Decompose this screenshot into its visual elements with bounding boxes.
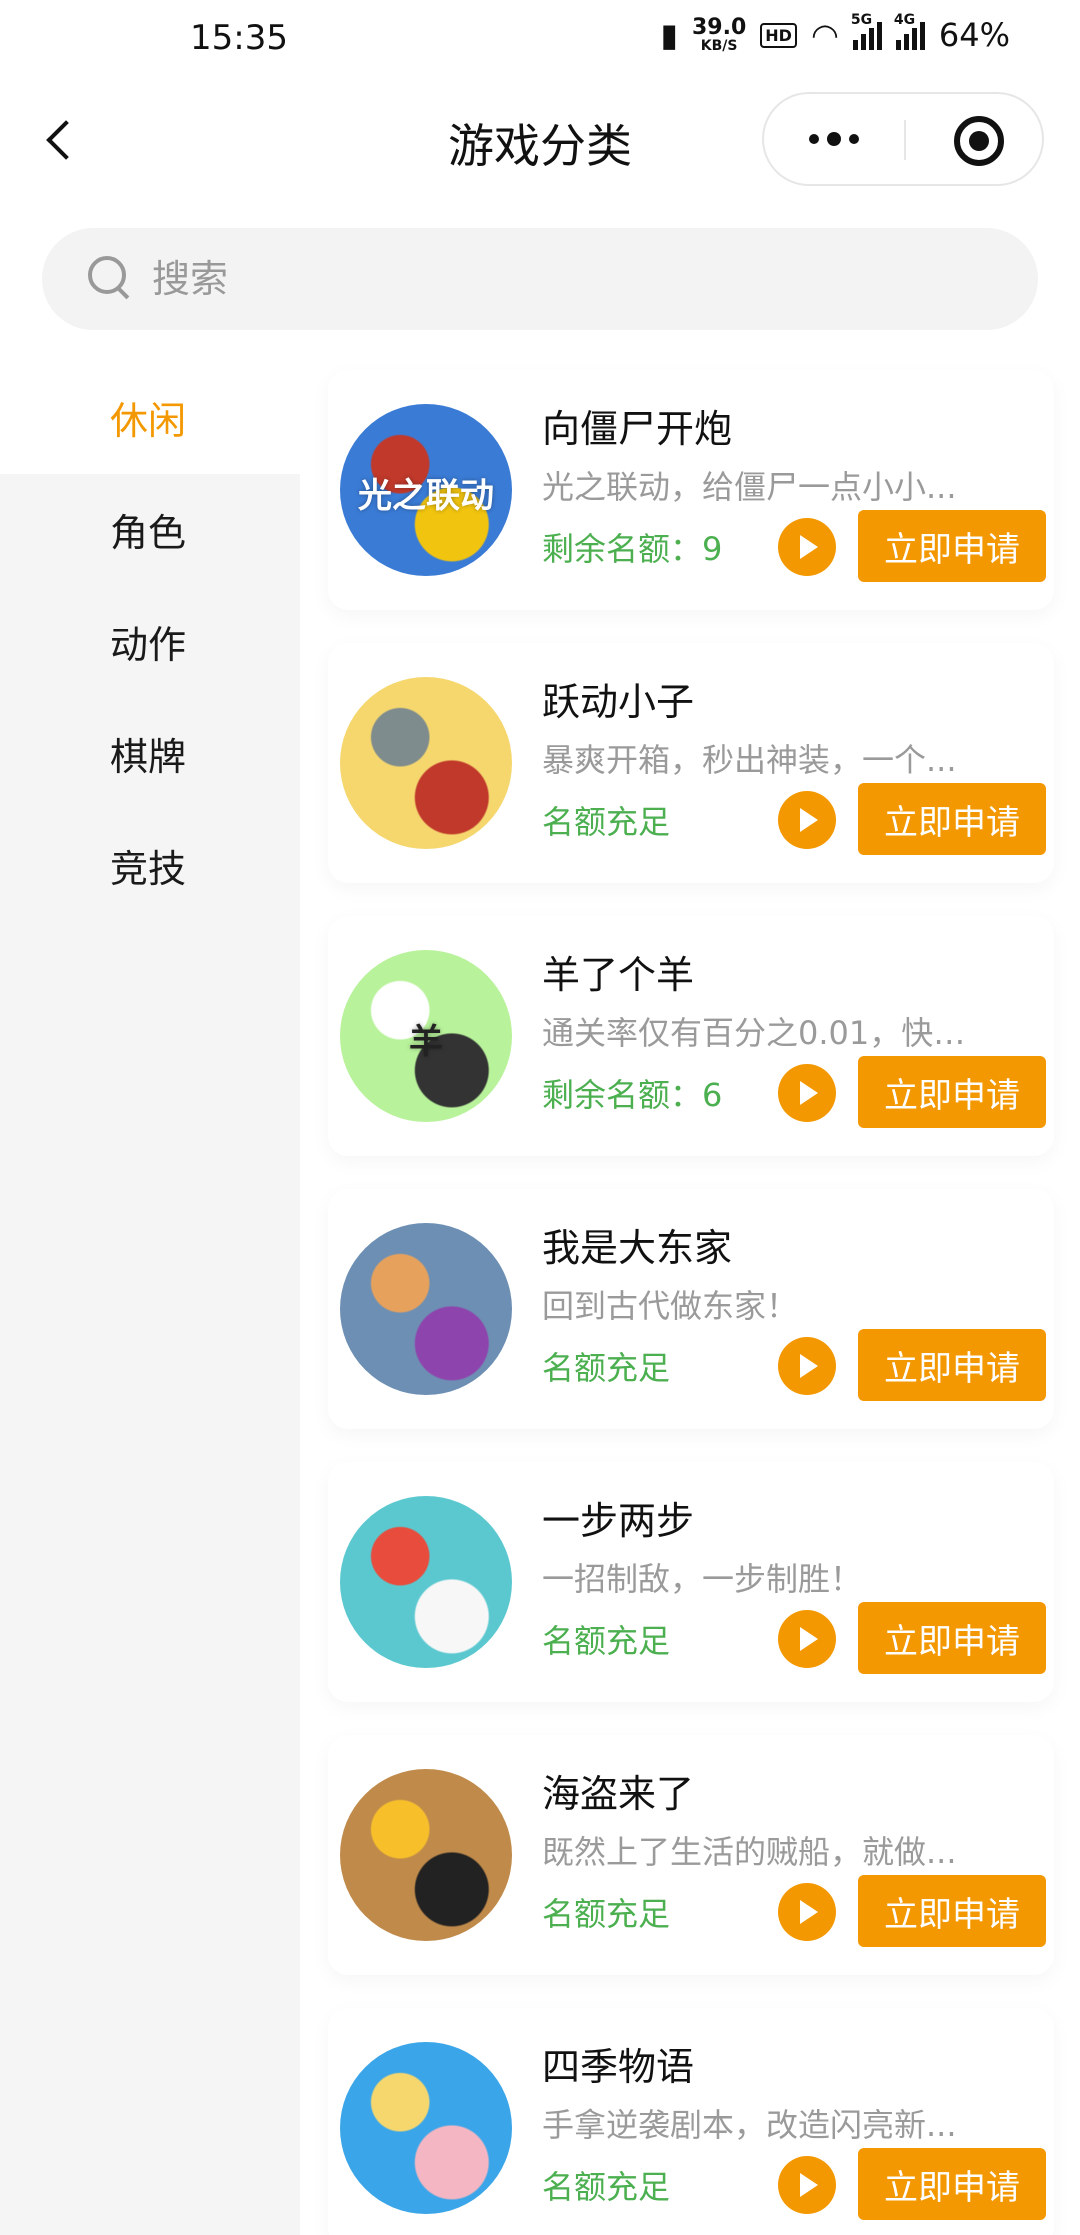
game-card[interactable]: 跃动小子暴爽开箱，秒出神装，一个... 名额充足 立即申请: [328, 643, 1054, 883]
mini-program-capsule: [762, 92, 1044, 186]
more-dots-icon[interactable]: [764, 94, 904, 184]
game-name: 我是大东家: [542, 1226, 733, 1270]
play-icon[interactable]: [778, 1064, 836, 1122]
category-item[interactable]: 动作: [0, 584, 300, 698]
apply-button[interactable]: 立即申请: [858, 1875, 1046, 1947]
play-icon[interactable]: [778, 791, 836, 849]
game-icon[interactable]: [340, 677, 512, 849]
category-item[interactable]: 棋牌: [0, 696, 300, 810]
game-description: 暴爽开箱，秒出神装，一个...: [542, 741, 957, 779]
target-close-icon[interactable]: [954, 116, 1004, 166]
game-icon-text: 羊: [409, 1022, 443, 1062]
network-speed: 39.0 KB/S: [692, 15, 747, 54]
play-icon[interactable]: [778, 1337, 836, 1395]
game-description: 手拿逆袭剧本，改造闪亮新...: [542, 2106, 957, 2144]
signal-4g-label: 4G: [893, 12, 916, 28]
status-time: 15:35: [190, 18, 288, 58]
play-icon[interactable]: [778, 1883, 836, 1941]
game-name: 向僵尸开炮: [542, 407, 733, 451]
game-icon[interactable]: [340, 1496, 512, 1668]
search-input[interactable]: [152, 246, 1012, 312]
status-bar: 15:35 ▮ 39.0 KB/S HD ◠ 5G 4G 64%: [0, 0, 1080, 80]
game-name: 海盗来了: [542, 1772, 695, 1816]
game-card[interactable]: 四季物语手拿逆袭剧本，改造闪亮新... 名额充足 立即申请: [328, 2008, 1054, 2235]
game-description: 既然上了生活的贼船，就做...: [542, 1833, 957, 1871]
vibrate-icon: ▮: [660, 16, 678, 54]
game-quota: 名额充足: [542, 1622, 671, 1660]
status-icons: ▮ 39.0 KB/S HD ◠ 5G 4G 64%: [660, 12, 1010, 54]
network-speed-unit: KB/S: [700, 38, 738, 54]
category-item[interactable]: 休闲: [0, 360, 300, 474]
search-icon: [88, 256, 128, 296]
battery-level: 64%: [938, 16, 1010, 54]
apply-button[interactable]: 立即申请: [858, 510, 1046, 582]
play-icon[interactable]: [778, 518, 836, 576]
game-quota: 名额充足: [542, 803, 671, 841]
game-icon[interactable]: [340, 1223, 512, 1395]
category-sidebar: 休闲 角色 动作 棋牌 竞技: [0, 360, 300, 2235]
game-card[interactable]: 一步两步一招制敌，一步制胜！ 名额充足 立即申请: [328, 1462, 1054, 1702]
search-bar[interactable]: [42, 228, 1038, 330]
game-icon[interactable]: [340, 2042, 512, 2214]
game-quota: 名额充足: [542, 2168, 671, 2206]
nav-bar: 游戏分类: [0, 80, 1080, 200]
game-icon-text: 光之联动: [358, 476, 494, 516]
game-card[interactable]: 我是大东家回到古代做东家！ 名额充足 立即申请: [328, 1189, 1054, 1429]
category-item[interactable]: 竞技: [0, 808, 300, 922]
game-list: 光之联动 向僵尸开炮 光之联动，给僵尸一点小小... 剩余名额：9 立即申请 跃动小子 暴爽…: [300, 360, 1080, 2235]
game-description: 回到古代做东家！: [542, 1287, 799, 1325]
game-name: 跃动小子: [542, 680, 695, 724]
game-card[interactable]: 羊 羊了个羊通关率仅有百分之0.01，快来... 剩余名额：6 立即申请: [328, 916, 1054, 1156]
game-card[interactable]: 海盗来了既然上了生活的贼船，就做... 名额充足 立即申请: [328, 1735, 1054, 1975]
apply-button[interactable]: 立即申请: [858, 783, 1046, 855]
game-card[interactable]: 光之联动 向僵尸开炮光之联动，给僵尸一点小小... 剩余名额：9 立即申请: [328, 370, 1054, 610]
page: 15:35 ▮ 39.0 KB/S HD ◠ 5G 4G 64% 游戏分类 搜索…: [0, 0, 1080, 2235]
signal-5g-icon: 5G: [851, 12, 882, 50]
game-name: 羊了个羊: [542, 953, 695, 997]
game-description: 光之联动，给僵尸一点小小...: [542, 468, 957, 506]
game-quota: 剩余名额：9: [542, 530, 723, 568]
game-name: 四季物语: [542, 2045, 695, 2089]
apply-button[interactable]: 立即申请: [858, 1329, 1046, 1401]
game-description: 一招制敌，一步制胜！: [542, 1560, 863, 1598]
capsule-divider: [904, 120, 906, 160]
network-speed-value: 39.0: [692, 15, 747, 40]
game-quota: 名额充足: [542, 1895, 671, 1933]
category-item[interactable]: 角色: [0, 472, 300, 586]
game-icon[interactable]: 光之联动: [340, 404, 512, 576]
apply-button[interactable]: 立即申请: [858, 1056, 1046, 1128]
play-icon[interactable]: [778, 1610, 836, 1668]
game-quota: 剩余名额：6: [542, 1076, 723, 1114]
game-icon[interactable]: [340, 1769, 512, 1941]
apply-button[interactable]: 立即申请: [858, 1602, 1046, 1674]
game-description: 通关率仅有百分之0.01，快来...: [542, 1014, 992, 1052]
wifi-icon: ◠: [810, 16, 839, 54]
signal-4g-icon: 4G: [894, 12, 925, 50]
signal-5g-label: 5G: [850, 12, 873, 28]
hd-icon: HD: [760, 22, 797, 48]
game-quota: 名额充足: [542, 1349, 671, 1387]
apply-button[interactable]: 立即申请: [858, 2148, 1046, 2220]
play-icon[interactable]: [778, 2156, 836, 2214]
game-icon[interactable]: 羊: [340, 950, 512, 1122]
game-name: 一步两步: [542, 1499, 695, 1543]
